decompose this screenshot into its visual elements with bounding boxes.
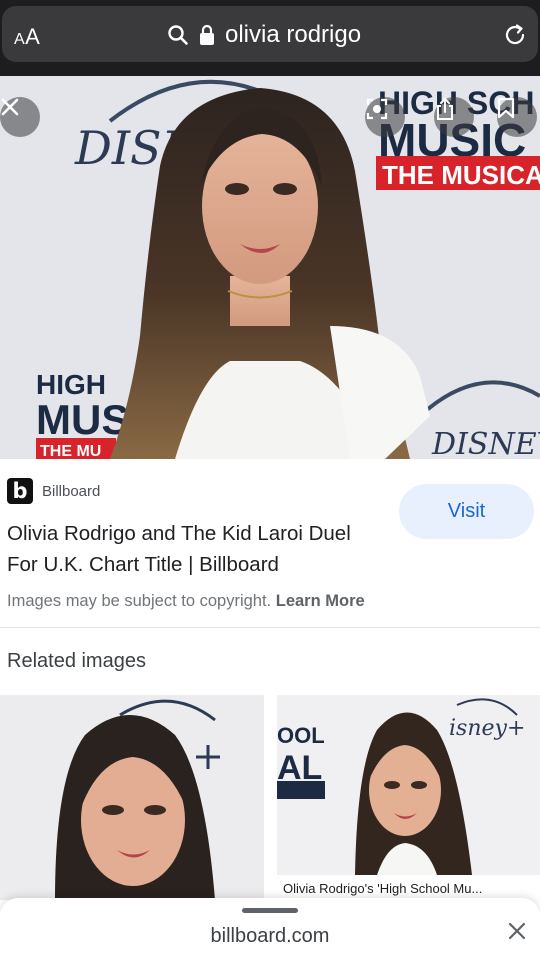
share-button[interactable] (434, 97, 474, 137)
related-image-2-caption[interactable]: Olivia Rodrigo's 'High School Mu... (283, 881, 482, 896)
copyright-text: Images may be subject to copyright. (7, 592, 272, 610)
sheet-domain[interactable]: billboard.com (0, 925, 540, 948)
related-images-heading: Related images (7, 650, 146, 672)
hero-logo-left-2: MUS (36, 396, 129, 443)
billboard-favicon: b (7, 478, 33, 504)
address-bar[interactable]: AA olivia rodrigo (2, 6, 538, 62)
search-icon (168, 25, 188, 45)
related-photo-1 (0, 695, 264, 900)
bookmark-icon (497, 97, 515, 119)
reload-icon[interactable] (502, 22, 528, 48)
svg-text:isney+: isney+ (449, 716, 525, 741)
browser-toolbar: AA olivia rodrigo (0, 0, 540, 76)
close-icon[interactable] (506, 920, 528, 942)
result-source[interactable]: b Billboard (7, 478, 100, 504)
lens-button[interactable] (365, 97, 405, 137)
related-image-1[interactable] (0, 695, 264, 900)
save-button[interactable] (497, 97, 537, 137)
hero-logo-left-3: THE MU (40, 443, 101, 459)
learn-more-link[interactable]: Learn More (276, 592, 365, 610)
share-icon (437, 97, 453, 120)
bottom-sheet[interactable]: billboard.com (0, 898, 540, 960)
svg-text:OOL: OOL (277, 723, 325, 748)
result-title[interactable]: Olivia Rodrigo and The Kid Laroi Duel Fo… (7, 518, 387, 580)
section-divider (0, 627, 540, 628)
text-size-small-label: A (14, 31, 26, 48)
close-icon (1, 98, 19, 116)
visit-button[interactable]: Visit (399, 484, 534, 539)
url-field[interactable]: olivia rodrigo (167, 20, 361, 50)
lens-icon (366, 98, 388, 120)
related-photo-2: OOL AL isney+ (277, 695, 540, 875)
lock-icon (200, 24, 214, 45)
sheet-handle[interactable] (242, 908, 298, 913)
hero-image[interactable]: DISNEP HIGH SCH MUSIC THE MUSICAL HIGH M… (0, 76, 540, 459)
close-hero-button[interactable] (0, 97, 40, 137)
hero-logo-right-3: THE MUSICAL (382, 160, 540, 190)
copyright-notice: Images may be subject to copyright. Lear… (7, 592, 365, 611)
search-query: olivia rodrigo (225, 21, 362, 48)
hero-brand-bottom: DISNEY (431, 427, 540, 459)
source-name: Billboard (42, 482, 101, 500)
related-image-2[interactable]: OOL AL isney+ (277, 695, 540, 875)
text-size-large-label: A (25, 24, 41, 49)
text-size-button[interactable]: AA (14, 24, 40, 50)
